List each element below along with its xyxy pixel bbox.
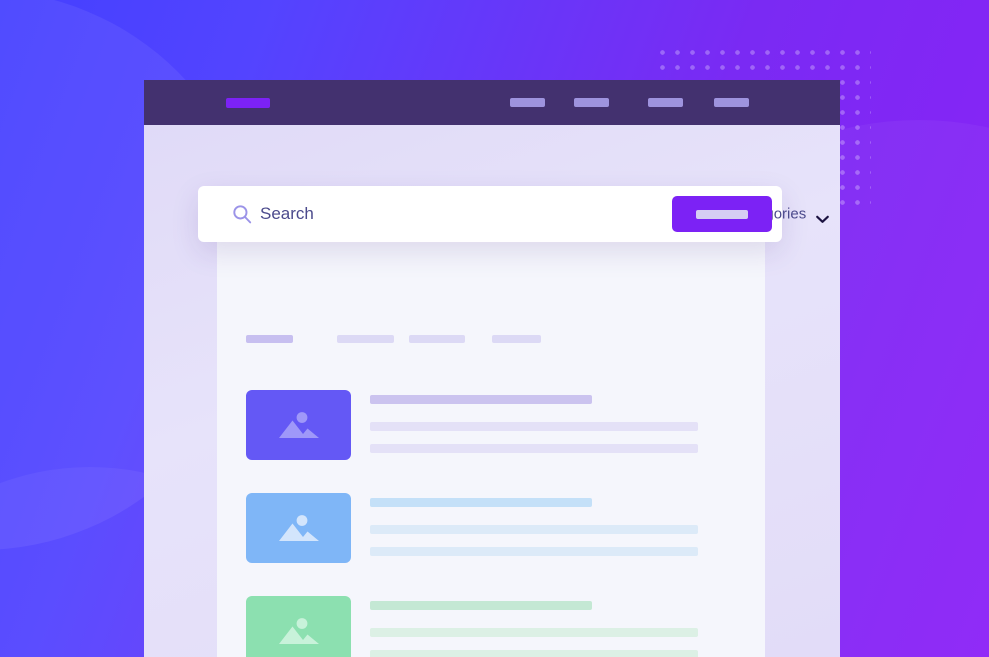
search-input[interactable]	[260, 186, 660, 242]
list-item-body-placeholder-1	[370, 628, 698, 637]
chevron-down-icon	[816, 210, 830, 223]
page-background: All all categories	[0, 0, 989, 657]
filter-tabs	[246, 335, 546, 345]
tab-2[interactable]	[337, 335, 394, 343]
tab-1[interactable]	[246, 335, 293, 343]
search-icon	[232, 204, 252, 224]
list-item-body-placeholder-2	[370, 444, 698, 453]
list-item-2[interactable]	[246, 493, 731, 563]
tab-4[interactable]	[492, 335, 541, 343]
nav-item-1[interactable]	[510, 98, 545, 107]
image-placeholder-icon	[246, 390, 351, 460]
list-item-3[interactable]	[246, 596, 731, 657]
list-item-body-placeholder-1	[370, 422, 698, 431]
results-panel	[217, 240, 765, 657]
list-item-text-lines	[370, 596, 731, 657]
list-item-body-placeholder-1	[370, 525, 698, 534]
list-item-body-placeholder-2	[370, 650, 698, 657]
list-item-body-placeholder-2	[370, 547, 698, 556]
nav-item-2[interactable]	[574, 98, 609, 107]
list-item-title-placeholder	[370, 395, 592, 404]
search-submit-button[interactable]	[672, 196, 772, 232]
nav-item-4[interactable]	[714, 98, 749, 107]
list-item-title-placeholder	[370, 601, 592, 610]
image-placeholder-icon	[246, 596, 351, 657]
app-window	[144, 80, 840, 657]
list-item-title-placeholder	[370, 498, 592, 507]
app-header	[144, 80, 840, 125]
tab-3[interactable]	[409, 335, 465, 343]
list-item-text-lines	[370, 493, 731, 563]
search-submit-label-placeholder	[696, 209, 748, 219]
search-bar: All all categories	[198, 186, 830, 242]
list-item-1[interactable]	[246, 390, 731, 460]
logo-placeholder[interactable]	[226, 97, 270, 108]
list-item-text-lines	[370, 390, 731, 460]
image-placeholder-icon	[246, 493, 351, 563]
nav-item-3[interactable]	[648, 98, 683, 107]
